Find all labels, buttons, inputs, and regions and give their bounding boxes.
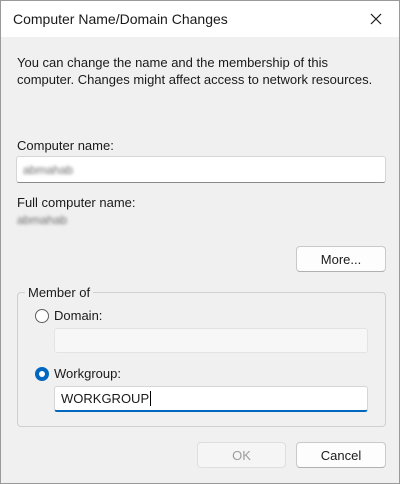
domain-radio-label[interactable]: Domain: [54, 308, 102, 323]
full-computer-name-value: abmahab [17, 213, 68, 227]
computer-name-field[interactable]: abmahab [16, 156, 386, 183]
cancel-button[interactable]: Cancel [296, 442, 386, 468]
workgroup-field[interactable]: WORKGROUP [54, 386, 368, 412]
workgroup-radio-label[interactable]: Workgroup: [54, 366, 121, 381]
dialog-window: Computer Name/Domain Changes You can cha… [0, 0, 400, 484]
workgroup-value: WORKGROUP [61, 391, 150, 406]
close-button[interactable] [359, 4, 393, 34]
full-computer-name-label: Full computer name: [17, 195, 136, 210]
title-bar[interactable]: Computer Name/Domain Changes [1, 1, 399, 37]
computer-name-label: Computer name: [17, 138, 114, 153]
domain-radio[interactable] [35, 309, 49, 323]
close-icon [370, 13, 382, 25]
domain-field[interactable] [54, 328, 368, 353]
window-title: Computer Name/Domain Changes [13, 11, 228, 27]
description-text: You can change the name and the membersh… [17, 55, 373, 87]
computer-name-value: abmahab [23, 162, 74, 177]
more-button[interactable]: More... [296, 246, 386, 272]
member-of-legend: Member of [25, 285, 94, 300]
text-cursor [150, 391, 152, 406]
workgroup-radio[interactable] [35, 367, 49, 381]
ok-button[interactable]: OK [197, 442, 286, 468]
